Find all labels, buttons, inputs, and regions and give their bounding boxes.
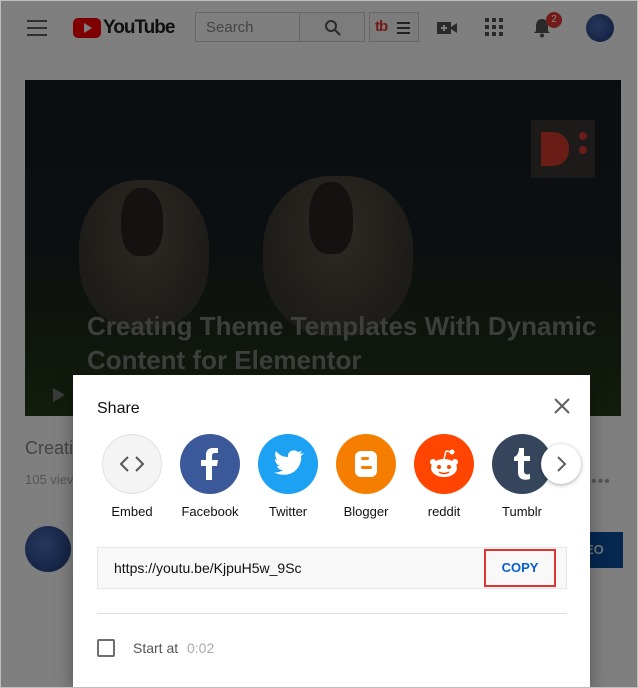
share-next-button[interactable]	[541, 444, 581, 484]
start-at-checkbox[interactable]	[97, 639, 115, 657]
facebook-icon	[180, 434, 240, 494]
blogger-icon	[336, 434, 396, 494]
share-label: Tumblr	[502, 504, 542, 519]
chevron-right-icon	[557, 456, 567, 472]
share-facebook[interactable]: Facebook	[179, 434, 241, 519]
divider	[97, 613, 567, 614]
dialog-title: Share	[97, 400, 140, 417]
close-icon[interactable]	[551, 395, 573, 417]
share-label: Twitter	[268, 504, 308, 519]
share-label: Blogger	[343, 504, 389, 519]
start-at-time-input[interactable]: 0:02	[187, 640, 214, 656]
share-label: reddit	[427, 504, 461, 519]
twitter-icon	[258, 434, 318, 494]
share-reddit[interactable]: reddit	[413, 434, 475, 519]
embed-icon	[102, 434, 162, 494]
share-twitter[interactable]: Twitter	[257, 434, 319, 519]
share-blogger[interactable]: Blogger	[335, 434, 397, 519]
copy-button[interactable]: COPY	[484, 549, 556, 587]
share-dialog: Share Embed Facebook Twitter Blogger red…	[73, 375, 590, 687]
share-label: Embed	[111, 504, 153, 519]
share-url-text: https://youtu.be/KjpuH5w_9Sc	[114, 560, 302, 576]
start-at-label: Start at	[133, 640, 179, 656]
reddit-icon	[414, 434, 474, 494]
youtube-page: YouTube Search tb 2	[0, 0, 638, 688]
share-embed[interactable]: Embed	[101, 434, 163, 519]
share-label: Facebook	[181, 504, 239, 519]
